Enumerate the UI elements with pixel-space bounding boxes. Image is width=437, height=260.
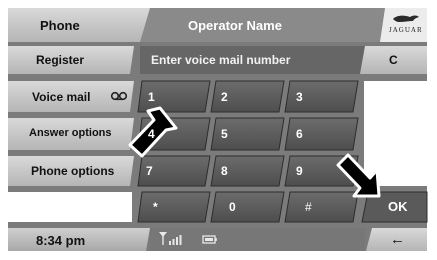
key-5[interactable]: 5 [211, 118, 284, 150]
voice-mail-button[interactable]: Voice mail [8, 81, 134, 112]
key-1[interactable]: 1 [138, 81, 210, 112]
clock-time: 8:34 pm [36, 233, 86, 248]
key-2[interactable]: 2 [211, 81, 284, 112]
key-8-label: 8 [221, 164, 228, 178]
key-0[interactable]: 0 [211, 192, 284, 222]
ok-button[interactable]: OK [362, 192, 427, 222]
key-4-label: 4 [148, 127, 155, 141]
clear-button[interactable]: C [362, 46, 427, 74]
key-3-label: 3 [296, 90, 303, 104]
operator-name: Operator Name [188, 18, 282, 33]
answer-options-label: Answer options [29, 127, 112, 139]
back-button[interactable]: ← [366, 228, 427, 251]
key-hash-label: # [305, 200, 312, 214]
key-4[interactable]: 4 [138, 118, 210, 150]
key-5-label: 5 [221, 127, 228, 141]
key-1-label: 1 [148, 90, 155, 104]
key-7[interactable]: 7 [138, 156, 210, 186]
key-star[interactable]: * [138, 192, 210, 222]
voice-mail-label: Voice mail [32, 90, 91, 104]
brand-wordmark: JAGUAR [389, 26, 423, 34]
key-7-label: 7 [146, 164, 153, 178]
register-button[interactable]: Register [8, 46, 134, 74]
key-9[interactable]: 9 [285, 156, 358, 186]
phone-screen: Phone Operator Name JAGUAR Register Voic… [0, 0, 437, 260]
phone-options-label: Phone options [31, 164, 115, 178]
phone-tab-title[interactable]: Phone [40, 19, 80, 32]
clear-label: C [389, 53, 398, 67]
key-2-label: 2 [221, 90, 228, 104]
key-3[interactable]: 3 [285, 81, 358, 112]
key-9-label: 9 [296, 164, 303, 178]
back-arrow-icon: ← [390, 231, 405, 248]
answer-options-button[interactable]: Answer options [8, 118, 134, 150]
ok-label: OK [388, 199, 408, 214]
register-label: Register [36, 53, 85, 67]
key-hash[interactable]: # [285, 192, 358, 222]
phone-options-button[interactable]: Phone options [8, 156, 134, 186]
key-0-label: 0 [229, 200, 236, 214]
voice-mail-number-input[interactable]: Enter voice mail number [140, 46, 365, 74]
key-8[interactable]: 8 [211, 156, 284, 186]
voice-mail-number-placeholder: Enter voice mail number [151, 53, 291, 67]
key-6-label: 6 [296, 127, 303, 141]
key-6[interactable]: 6 [285, 118, 358, 150]
key-star-label: * [153, 200, 158, 214]
